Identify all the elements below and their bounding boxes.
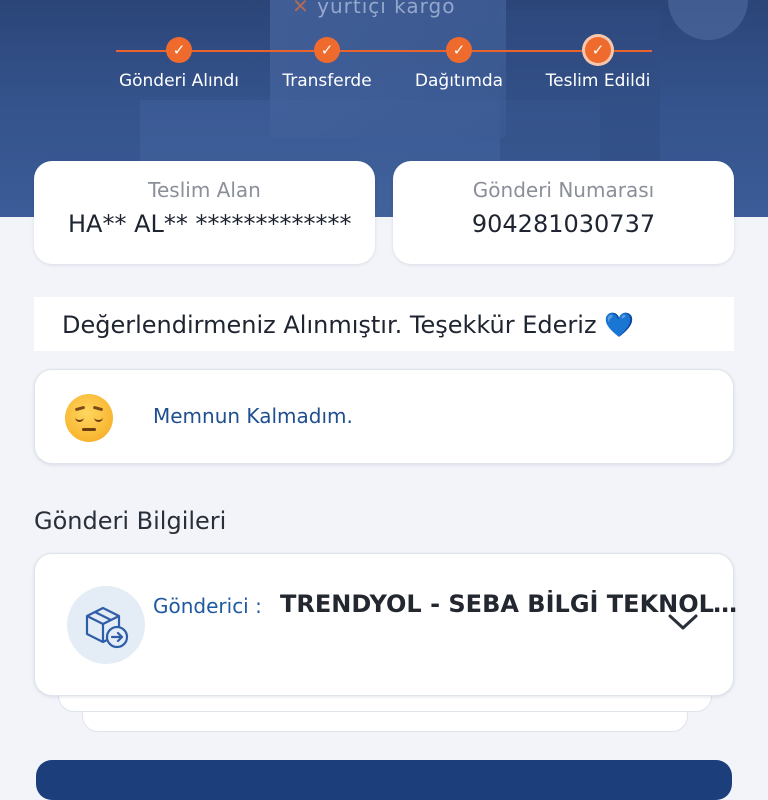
check-icon: ✓: [585, 37, 611, 63]
step-label: Dağıtımda: [414, 71, 504, 91]
section-title-shipment-info: Gönderi Bilgileri: [34, 507, 227, 535]
bottom-action-button[interactable]: [36, 760, 732, 800]
check-icon: ✓: [446, 37, 472, 63]
check-icon: ✓: [166, 37, 192, 63]
shipment-details-card[interactable]: Gönderici : TRENDYOL - SEBA BİLGİ TEKNOL…: [34, 553, 738, 696]
feedback-thanks-message: Değerlendirmeniz Alınmıştır. Teşekkür Ed…: [34, 297, 734, 351]
step-label: Gönderi Alındı: [118, 71, 240, 91]
recipient-value: HA** AL** *************: [68, 210, 352, 238]
blue-heart-icon: 💙: [604, 311, 635, 339]
progress-step-distribution: ✓ Dağıtımda: [389, 37, 529, 91]
banner-decoration: [668, 0, 748, 40]
progress-step-delivered: ✓ Teslim Edildi: [528, 37, 668, 91]
banner-brand-logo: ✕ yurtiçi kargo: [292, 0, 456, 18]
chevron-down-icon[interactable]: [667, 610, 699, 634]
sender-label: Gönderici :: [153, 594, 262, 618]
progress-step-received: ✓ Gönderi Alındı: [109, 37, 249, 91]
recipient-card: Teslim Alan HA** AL** *************: [34, 161, 375, 264]
shipment-number-value: 904281030737: [471, 210, 656, 238]
recipient-label: Teslim Alan: [148, 178, 261, 202]
progress-step-transfer: ✓ Transferde: [257, 37, 397, 91]
package-transfer-icon: [67, 586, 145, 664]
thanks-text: Değerlendirmeniz Alınmıştır. Teşekkür Ed…: [62, 311, 597, 339]
rating-result-card: Memnun Kalmadım.: [34, 369, 734, 464]
step-label: Transferde: [282, 71, 372, 91]
shipment-number-card: Gönderi Numarası 904281030737: [393, 161, 734, 264]
pensive-face-emoji-icon: [65, 394, 113, 442]
shipment-number-label: Gönderi Numarası: [472, 178, 655, 202]
step-label: Teslim Edildi: [545, 71, 651, 91]
check-icon: ✓: [314, 37, 340, 63]
rating-text: Memnun Kalmadım.: [153, 404, 353, 428]
